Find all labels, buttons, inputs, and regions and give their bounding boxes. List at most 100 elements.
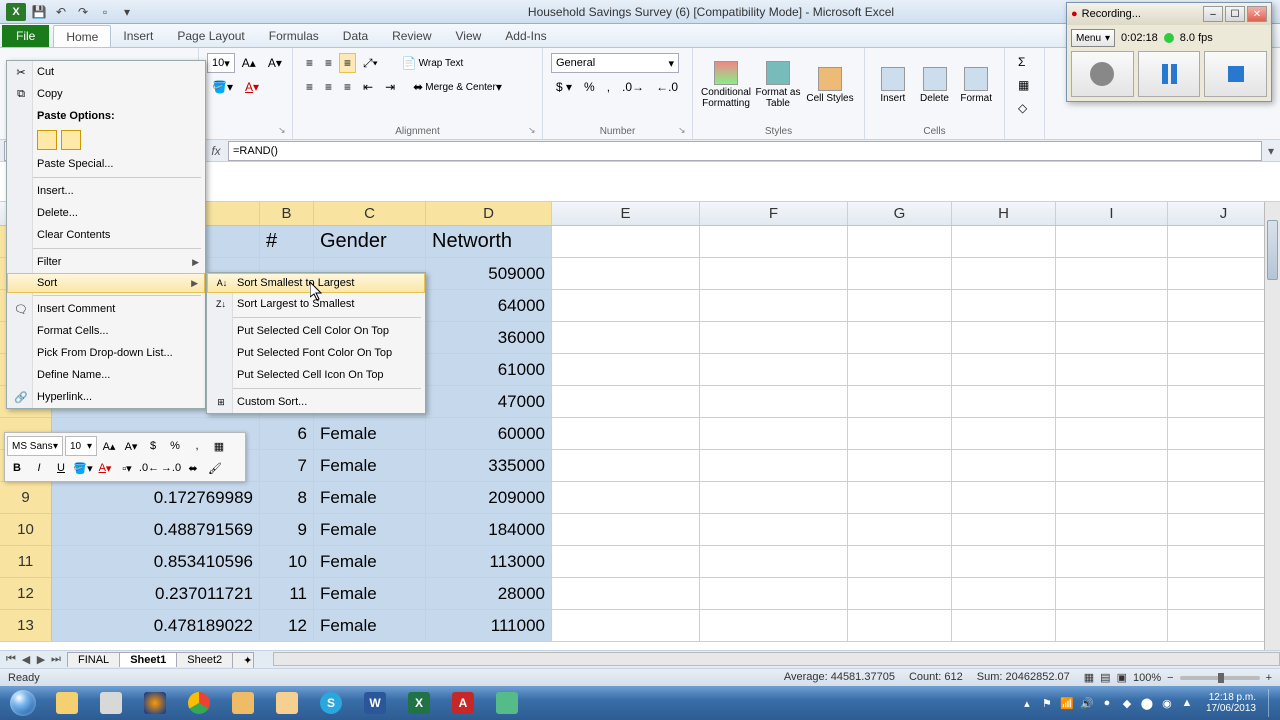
cell[interactable] [952,258,1056,290]
merge-center-button[interactable]: ⬌ Merge & Center ▾ [408,77,507,97]
cell[interactable]: 8 [260,482,314,514]
ctx-delete[interactable]: Delete... [7,202,205,224]
tab-data[interactable]: Data [331,25,380,47]
align-right-icon[interactable]: ≡ [339,77,356,97]
cell[interactable] [700,578,848,610]
mini-grow-icon[interactable]: A▴ [99,436,119,456]
tab-addins[interactable]: Add-Ins [493,25,558,47]
cell[interactable] [700,514,848,546]
cell[interactable] [552,546,700,578]
delete-cells-button[interactable]: Delete [915,52,955,118]
mini-bold-icon[interactable]: B [7,458,27,478]
cell[interactable] [700,546,848,578]
cell[interactable] [700,258,848,290]
ctx-pick[interactable]: Pick From Drop-down List... [7,342,205,364]
zoom-level[interactable]: 100% [1133,672,1161,684]
cell[interactable] [848,290,952,322]
ctx-filter[interactable]: Filter▶ [7,251,205,273]
cell[interactable]: 0.488791569 [52,514,260,546]
tab-home[interactable]: Home [53,25,111,47]
cell[interactable]: 335000 [426,450,552,482]
recorder-menu-dropdown[interactable]: Menu▾ [1071,29,1115,47]
start-button[interactable] [4,688,42,718]
font-size-dropdown[interactable]: 10▾ [207,53,235,73]
show-desktop-button[interactable] [1268,689,1276,717]
cell[interactable] [700,226,848,258]
percent-format-icon[interactable]: % [579,77,600,97]
zoom-in-icon[interactable]: + [1266,672,1272,684]
cell[interactable]: 47000 [426,386,552,418]
cell[interactable] [848,322,952,354]
cell[interactable]: 111000 [426,610,552,642]
view-pagebreak-icon[interactable]: ▣ [1117,671,1127,684]
cell[interactable] [952,578,1056,610]
cell[interactable] [952,450,1056,482]
taskbar-calc-icon[interactable] [90,689,132,717]
cell[interactable] [848,354,952,386]
tray-app-icon[interactable]: ● [1100,696,1114,710]
cell-styles-button[interactable]: Cell Styles [805,52,855,118]
cell[interactable] [848,514,952,546]
cell[interactable] [552,322,700,354]
sort-l2s[interactable]: Z↓Sort Largest to Smallest [207,293,425,315]
new-icon[interactable]: ▫ [96,3,114,21]
cell[interactable] [848,226,952,258]
cell[interactable] [700,322,848,354]
format-cells-button[interactable]: Format [956,52,996,118]
cell[interactable] [700,450,848,482]
cell[interactable]: # [260,226,314,258]
increase-indent-icon[interactable]: ⇥ [380,77,400,97]
taskbar-contact-icon[interactable] [266,689,308,717]
tab-view[interactable]: View [444,25,494,47]
cell[interactable]: 509000 [426,258,552,290]
cell[interactable] [552,514,700,546]
sheet-tab-final[interactable]: FINAL [67,652,120,667]
col-header-i[interactable]: I [1056,202,1168,225]
sheet-tab-sheet1[interactable]: Sheet1 [119,652,177,667]
taskbar-chrome-icon[interactable] [178,689,220,717]
decrease-decimal-icon[interactable]: ←.0 [651,77,683,97]
taskbar-word-icon[interactable]: W [354,689,396,717]
sort-custom[interactable]: ⊞Custom Sort... [207,391,425,413]
view-normal-icon[interactable]: ▦ [1084,671,1094,684]
recorder-pause-button[interactable] [1138,51,1201,97]
cell[interactable] [1056,322,1168,354]
cell[interactable] [700,610,848,642]
format-as-table-button[interactable]: Format as Table [753,52,803,118]
cell[interactable] [848,418,952,450]
cell[interactable] [848,258,952,290]
tray-app4-icon[interactable]: ◉ [1160,696,1174,710]
formula-bar[interactable]: =RAND() [228,141,1262,161]
cell[interactable] [952,226,1056,258]
cell[interactable] [952,386,1056,418]
cell[interactable] [952,290,1056,322]
mini-merge-icon[interactable]: ⬌ [183,458,203,478]
cell[interactable] [1056,578,1168,610]
cell[interactable] [552,258,700,290]
taskbar-clock[interactable]: 12:18 p.m.17/06/2013 [1200,692,1262,714]
recorder-stop-button[interactable] [1204,51,1267,97]
mini-border2-icon[interactable]: ▫▾ [117,458,137,478]
col-header-d[interactable]: D [426,202,552,225]
fontsize-launcher-icon[interactable]: ↘ [278,125,290,137]
tab-file[interactable]: File [2,25,49,47]
recorder-record-button[interactable] [1071,51,1134,97]
clear-icon[interactable]: ◇ [1013,98,1032,118]
sort-fontcolor[interactable]: Put Selected Font Color On Top [207,342,425,364]
cell[interactable] [1056,290,1168,322]
sheet-tab-sheet2[interactable]: Sheet2 [176,652,233,667]
mini-format-icon[interactable]: 🖌 [205,458,225,478]
tray-app3-icon[interactable]: ⬤ [1140,696,1154,710]
redo-icon[interactable]: ↷ [74,3,92,21]
cell[interactable] [848,610,952,642]
cell[interactable] [700,290,848,322]
ctx-define[interactable]: Define Name... [7,364,205,386]
font-color-icon[interactable]: A▾ [240,77,264,97]
ctx-hyperlink[interactable]: 🔗Hyperlink... [7,386,205,408]
cell[interactable]: 0.172769989 [52,482,260,514]
sheet-first-icon[interactable]: ⏮ [4,653,18,667]
align-middle-icon[interactable]: ≡ [320,53,337,73]
cell[interactable] [952,610,1056,642]
cell[interactable] [952,514,1056,546]
new-sheet-icon[interactable]: ✦ [232,652,254,668]
